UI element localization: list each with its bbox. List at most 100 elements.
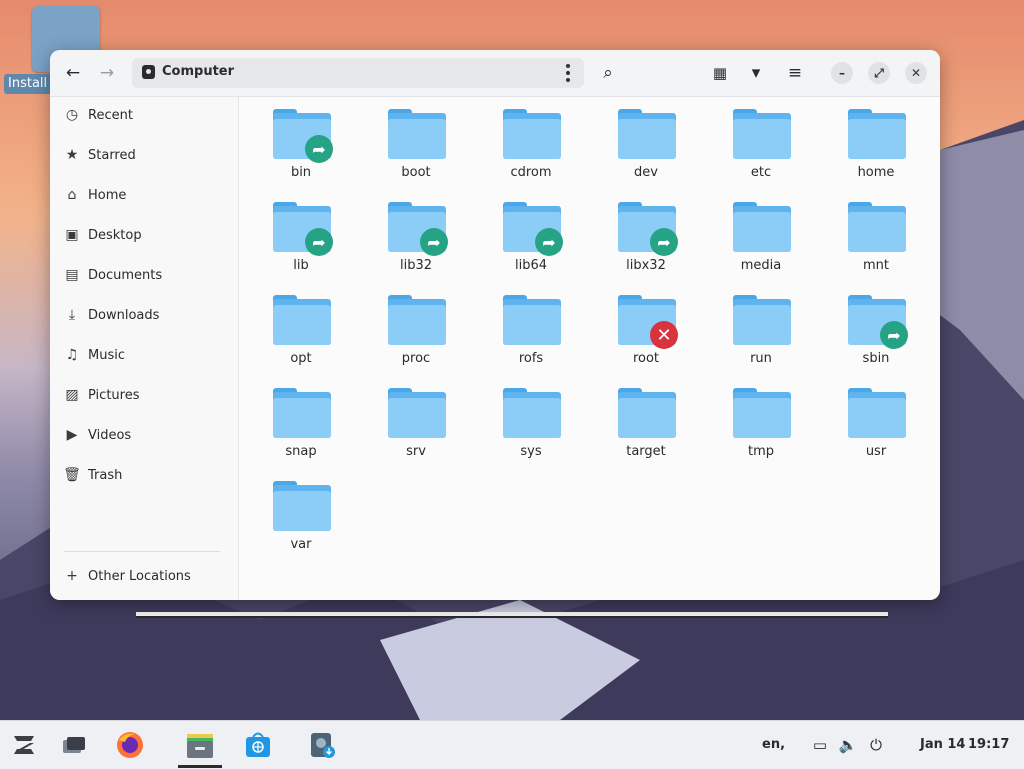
sidebar-item-videos[interactable]: ▶ Videos — [50, 417, 238, 453]
folder-item[interactable]: tmp — [711, 376, 811, 462]
symlink-emblem-icon: ➦ — [880, 321, 908, 349]
time-label[interactable]: 19:17 — [968, 737, 1009, 752]
sidebar-item-pictures[interactable]: ▨ Pictures — [50, 377, 238, 413]
installer-button[interactable] — [306, 729, 338, 761]
sidebar-item-music[interactable]: ♫ Music — [50, 337, 238, 373]
minimize-icon: – — [839, 66, 845, 80]
sidebar-item-label: Desktop — [88, 227, 142, 243]
folder-item[interactable]: ➦ lib — [251, 190, 351, 276]
folder-icon — [733, 295, 791, 345]
folder-item[interactable]: usr — [826, 376, 926, 462]
keyboard-layout-indicator[interactable]: en, — [762, 737, 785, 752]
folder-icon — [848, 388, 906, 438]
folder-item[interactable]: cdrom — [481, 97, 581, 183]
folder-name: mnt — [863, 258, 889, 273]
folder-item[interactable]: ➦ bin — [251, 97, 351, 183]
folder-name: cdrom — [510, 165, 552, 180]
installer-icon — [311, 733, 335, 758]
folder-item[interactable]: target — [596, 376, 696, 462]
sidebar-item-label: Downloads — [88, 307, 160, 323]
close-button[interactable]: ✕ — [905, 62, 927, 84]
sidebar-item-label: Recent — [88, 107, 133, 123]
folder-icon — [733, 202, 791, 252]
sidebar-item-documents[interactable]: ▤ Documents — [50, 257, 238, 293]
folder-item[interactable]: boot — [366, 97, 466, 183]
back-button[interactable]: ← — [58, 58, 88, 88]
network-wired-icon: ▭ — [812, 736, 828, 754]
sidebar-item-downloads[interactable]: ⤓ Downloads — [50, 297, 238, 333]
sidebar-item-label: Trash — [88, 467, 123, 483]
folder-icon — [733, 109, 791, 159]
folder-item[interactable]: var — [251, 469, 351, 555]
folder-item[interactable]: run — [711, 283, 811, 369]
arrow-right-icon: → — [99, 63, 115, 83]
sidebar: ◷ Recent ★ Starred ⌂ Home ▣ Desktop ▤ Do… — [50, 97, 239, 600]
folder-name: snap — [285, 444, 317, 459]
folder-item[interactable]: ✕ root — [596, 283, 696, 369]
folder-item[interactable]: srv — [366, 376, 466, 462]
zorin-menu-button[interactable] — [8, 729, 40, 761]
kebab-dot-icon — [566, 78, 570, 82]
folder-item[interactable]: proc — [366, 283, 466, 369]
folder-name: opt — [290, 351, 312, 366]
folder-name: etc — [750, 165, 772, 180]
folder-item[interactable]: ➦ libx32 — [596, 190, 696, 276]
taskbar: en, ▭ 🔈 ⏻ Jan 14 19:17 — [0, 720, 1024, 769]
minimize-button[interactable]: – — [831, 62, 853, 84]
close-icon: ✕ — [910, 66, 922, 80]
workspaces-button[interactable] — [58, 729, 90, 761]
folder-item[interactable]: sys — [481, 376, 581, 462]
sidebar-item-recent[interactable]: ◷ Recent — [50, 97, 238, 133]
symlink-emblem-icon: ➦ — [420, 228, 448, 256]
sidebar-item-trash[interactable]: 🗑 Trash — [50, 457, 238, 493]
view-options-dropdown[interactable]: ▾ — [741, 58, 771, 88]
sidebar-item-other-locations[interactable]: + Other Locations — [50, 558, 238, 594]
path-menu-button[interactable] — [558, 60, 578, 86]
date-label[interactable]: Jan 14 — [920, 737, 965, 752]
folder-icon — [848, 202, 906, 252]
folder-icon — [503, 109, 561, 159]
files-button[interactable] — [178, 729, 222, 761]
search-button[interactable]: ⌕ — [593, 58, 623, 88]
folder-item[interactable]: ➦ lib32 — [366, 190, 466, 276]
clock-icon: ◷ — [65, 107, 79, 123]
folder-name: sbin — [862, 351, 890, 366]
folder-item[interactable]: rofs — [481, 283, 581, 369]
firefox-button[interactable] — [114, 729, 146, 761]
forward-button[interactable]: → — [92, 58, 122, 88]
folder-name: dev — [634, 165, 658, 180]
folder-item[interactable]: ➦ lib64 — [481, 190, 581, 276]
folder-item[interactable]: media — [711, 190, 811, 276]
software-store-button[interactable] — [242, 729, 274, 761]
sidebar-item-label: Videos — [88, 427, 132, 443]
folder-name: root — [632, 351, 660, 366]
sidebar-item-starred[interactable]: ★ Starred — [50, 137, 238, 173]
folder-item[interactable]: etc — [711, 97, 811, 183]
header-bar: ← → Computer ⌕ ▦ ▾ ≡ – ⤢ ✕ — [50, 50, 940, 97]
view-toggle-button[interactable]: ▦ — [705, 58, 735, 88]
folder-item[interactable]: mnt — [826, 190, 926, 276]
folder-icon — [388, 295, 446, 345]
main-menu-button[interactable]: ≡ — [780, 58, 810, 88]
power-indicator[interactable]: ⏻ — [860, 729, 892, 761]
sidebar-item-desktop[interactable]: ▣ Desktop — [50, 217, 238, 253]
download-icon: ⤓ — [68, 307, 76, 323]
folder-name: target — [626, 444, 666, 459]
folder-icon — [618, 388, 676, 438]
folder-item[interactable]: snap — [251, 376, 351, 462]
folder-name: boot — [401, 165, 431, 180]
folder-item[interactable]: opt — [251, 283, 351, 369]
path-bar[interactable]: Computer — [132, 58, 584, 88]
chevron-down-icon: ▾ — [751, 63, 761, 83]
folder-name: run — [750, 351, 772, 366]
sidebar-item-home[interactable]: ⌂ Home — [50, 177, 238, 213]
maximize-button[interactable]: ⤢ — [868, 62, 890, 84]
sidebar-item-label: Other Locations — [88, 568, 191, 584]
no-access-emblem-icon: ✕ — [650, 321, 678, 349]
folder-item[interactable]: home — [826, 97, 926, 183]
folder-item[interactable]: dev — [596, 97, 696, 183]
folder-icon — [388, 388, 446, 438]
sidebar-item-label: Home — [88, 187, 127, 203]
folder-item[interactable]: ➦ sbin — [826, 283, 926, 369]
zorin-logo-icon — [14, 736, 34, 754]
